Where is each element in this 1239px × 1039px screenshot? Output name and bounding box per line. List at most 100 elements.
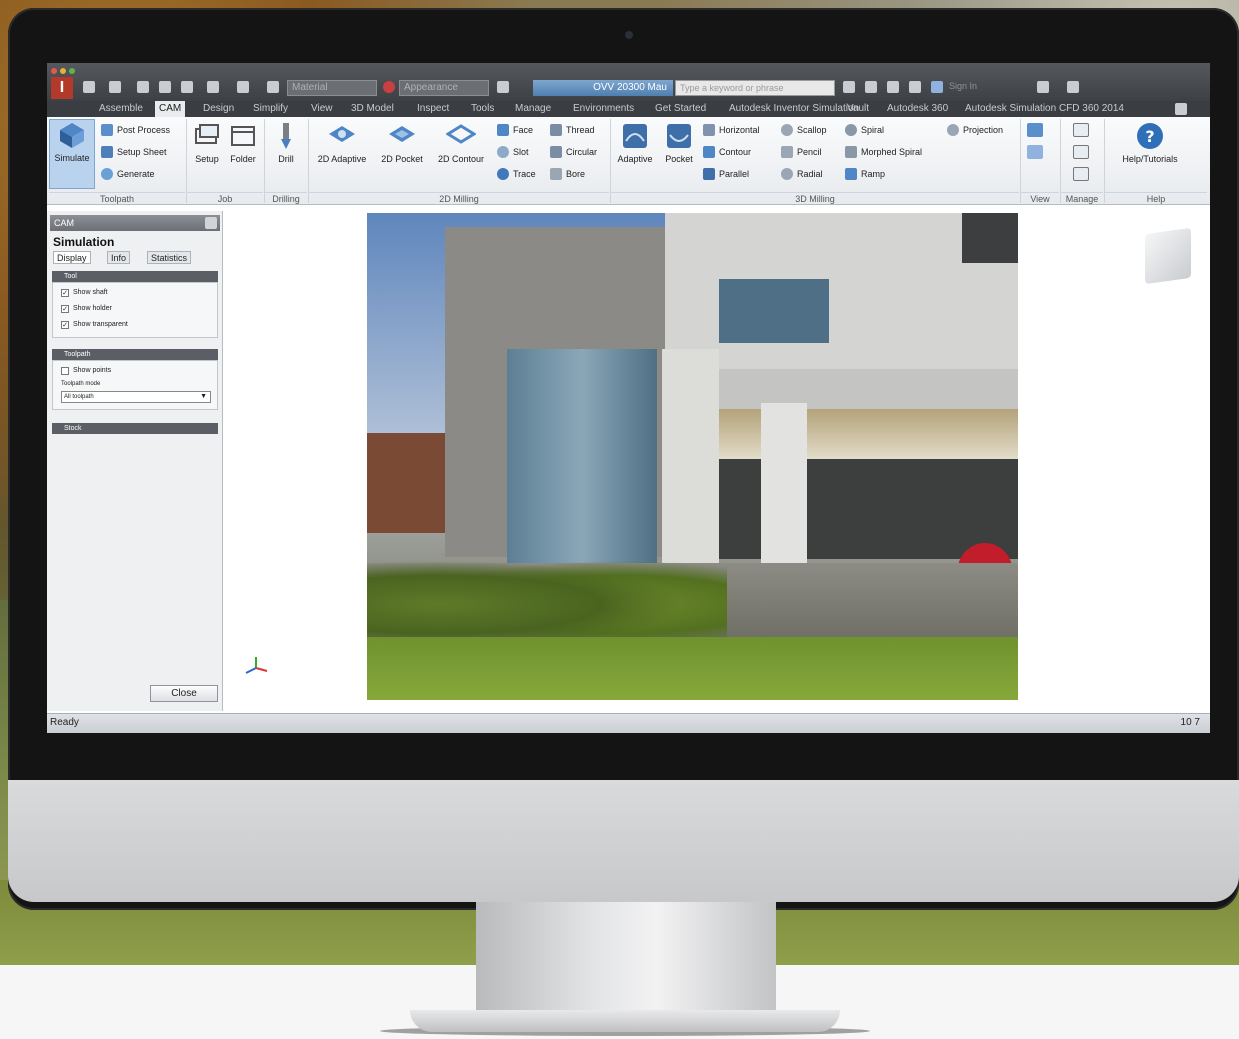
tab-manage[interactable]: Manage: [515, 101, 551, 117]
spiral-button[interactable]: Spiral: [845, 123, 884, 137]
generate-icon: [101, 168, 113, 180]
projection-button[interactable]: Projection: [947, 123, 1003, 137]
appearance-icon[interactable]: [383, 81, 395, 93]
tab-get-started[interactable]: Get Started: [655, 101, 706, 117]
contour-button[interactable]: Contour: [703, 145, 751, 159]
ribbon-separator: [1020, 119, 1021, 203]
appearance-combo[interactable]: Appearance: [399, 80, 489, 96]
tab-3d-model[interactable]: 3D Model: [351, 101, 394, 117]
projection-icon: [947, 124, 959, 136]
communication-icon[interactable]: [865, 81, 877, 93]
2d-adaptive-label: 2D Adaptive: [317, 154, 367, 164]
open-icon[interactable]: [109, 81, 121, 93]
window-zoom-dot[interactable]: [69, 68, 75, 74]
stock-section-header[interactable]: Stock: [52, 423, 218, 434]
bore-button[interactable]: Bore: [550, 167, 585, 181]
tab-design[interactable]: Design: [203, 101, 234, 117]
ramp-button[interactable]: Ramp: [845, 167, 885, 181]
help-search-input[interactable]: Type a keyword or phrase: [675, 80, 835, 96]
view-display-icon[interactable]: [1027, 145, 1043, 159]
setup-button[interactable]: Setup: [190, 121, 224, 165]
tab-info[interactable]: Info: [107, 251, 131, 264]
2d-adaptive-button[interactable]: 2D Adaptive: [311, 121, 373, 165]
favorite-icon[interactable]: [887, 81, 899, 93]
sign-in-label[interactable]: Sign In: [949, 81, 977, 91]
generate-button[interactable]: Generate: [101, 167, 155, 181]
2d-contour-button[interactable]: 2D Contour: [431, 121, 491, 165]
radial-button[interactable]: Radial: [781, 167, 823, 181]
tab-tools[interactable]: Tools: [471, 101, 494, 117]
setup-sheet-button[interactable]: Setup Sheet: [101, 145, 167, 159]
exchange-icon[interactable]: [909, 81, 921, 93]
tab-vault[interactable]: Vault: [847, 101, 869, 117]
help-tutorials-button[interactable]: ? Help/Tutorials: [1111, 121, 1189, 165]
close-button[interactable]: Close: [150, 685, 218, 702]
window-close-dot[interactable]: [51, 68, 57, 74]
radial-label: Radial: [797, 169, 823, 179]
select-icon[interactable]: [237, 81, 249, 93]
home-icon[interactable]: [207, 81, 219, 93]
slot-button[interactable]: Slot: [497, 145, 529, 159]
app-menu-button[interactable]: I: [51, 77, 73, 99]
manage-templates-icon[interactable]: [1073, 145, 1089, 159]
left-glass-wall: [507, 349, 657, 563]
thread-button[interactable]: Thread: [550, 123, 595, 137]
user-icon[interactable]: [931, 81, 943, 93]
parallel-button[interactable]: Parallel: [703, 167, 749, 181]
2d-pocket-button[interactable]: 2D Pocket: [373, 121, 431, 165]
undo-icon[interactable]: [159, 81, 171, 93]
face-button[interactable]: Face: [497, 123, 533, 137]
3d-adaptive-button[interactable]: Adaptive: [613, 121, 657, 165]
search-icon[interactable]: [843, 81, 855, 93]
tab-autodesk-360[interactable]: Autodesk 360: [887, 101, 948, 117]
ribbon-options-icon[interactable]: [1175, 103, 1187, 115]
drill-button[interactable]: Drill: [269, 121, 303, 165]
help-icon[interactable]: [1037, 81, 1049, 93]
simulate-button[interactable]: Simulate: [49, 119, 95, 189]
tab-environments[interactable]: Environments: [573, 101, 634, 117]
update-icon[interactable]: [267, 81, 279, 93]
redo-icon[interactable]: [181, 81, 193, 93]
tab-display[interactable]: Display: [53, 251, 91, 264]
circular-button[interactable]: Circular: [550, 145, 597, 159]
material-combo[interactable]: Material: [287, 80, 377, 96]
tool-section-header[interactable]: Tool: [52, 271, 218, 282]
show-shaft-checkbox[interactable]: ✓ Show shaft: [61, 287, 108, 299]
panel-menu-icon[interactable]: [205, 217, 217, 229]
horizontal-button[interactable]: Horizontal: [703, 123, 760, 137]
new-icon[interactable]: [83, 81, 95, 93]
view-style-icon[interactable]: [1027, 123, 1043, 137]
tab-simplify[interactable]: Simplify: [253, 101, 288, 117]
folder-button[interactable]: Folder: [226, 121, 260, 165]
morphed-spiral-button[interactable]: Morphed Spiral: [845, 145, 922, 159]
tab-simulation-cfd[interactable]: Autodesk Simulation CFD 360 2014: [965, 101, 1124, 117]
pencil-button[interactable]: Pencil: [781, 145, 822, 159]
manage-tool-library-icon[interactable]: [1073, 123, 1089, 137]
dropdown-icon[interactable]: [1067, 81, 1079, 93]
panel-title: Simulation: [53, 235, 115, 249]
show-points-checkbox[interactable]: Show points: [61, 365, 111, 377]
toolpath-mode-select[interactable]: All toolpath ▼: [61, 391, 211, 403]
scallop-button[interactable]: Scallop: [781, 123, 827, 137]
adjust-icon[interactable]: [497, 81, 509, 93]
toolpath-section-body: Show points Toolpath mode All toolpath ▼: [52, 360, 218, 410]
post-process-button[interactable]: Post Process: [101, 123, 170, 137]
window-minimize-dot[interactable]: [60, 68, 66, 74]
tab-statistics[interactable]: Statistics: [147, 251, 192, 264]
tab-assemble[interactable]: Assemble: [99, 101, 143, 117]
3d-pocket-icon: [667, 124, 691, 148]
tab-view[interactable]: View: [311, 101, 333, 117]
show-holder-checkbox[interactable]: ✓ Show holder: [61, 303, 112, 315]
tab-cam[interactable]: CAM: [155, 101, 186, 117]
manage-post-library-icon[interactable]: [1073, 167, 1089, 181]
cam-browser-header[interactable]: CAM: [50, 215, 220, 231]
upper-window: [719, 279, 829, 343]
toolpath-section-header[interactable]: Toolpath: [52, 349, 218, 360]
show-transparent-checkbox[interactable]: ✓ Show transparent: [61, 319, 128, 331]
viewcube-icon[interactable]: [1145, 227, 1191, 285]
tab-inspect[interactable]: Inspect: [417, 101, 449, 117]
tab-inventor-simulation[interactable]: Autodesk Inventor Simulation: [729, 101, 859, 117]
3d-pocket-button[interactable]: Pocket: [659, 121, 699, 165]
trace-button[interactable]: Trace: [497, 167, 536, 181]
save-icon[interactable]: [137, 81, 149, 93]
